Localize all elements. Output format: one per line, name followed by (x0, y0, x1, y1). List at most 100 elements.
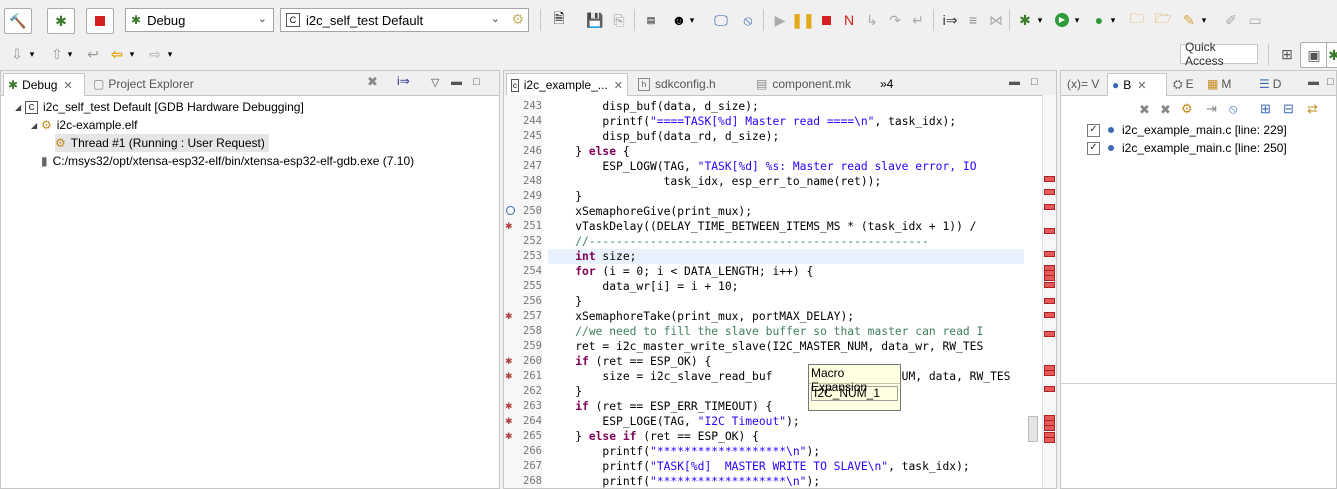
code-line[interactable]: printf("*******************\n"); (548, 474, 820, 488)
debug-perspective-button[interactable]: ✱ (1326, 42, 1337, 68)
quick-access-field[interactable]: Quick Access (1180, 40, 1258, 68)
skip-breakpoints-button[interactable]: ⦸ (735, 8, 761, 32)
last-edit-button[interactable]: ↩ (80, 42, 106, 66)
breakpoint-item[interactable]: ✓ i2c_example_main.c [line: 229] (1087, 121, 1287, 139)
link-with-debug-icon[interactable]: ⇄ (1307, 101, 1318, 117)
code-line[interactable]: disp_buf(data_rd, d_size); (548, 129, 779, 144)
go-to-file-icon[interactable]: ⇥ (1206, 101, 1217, 117)
next-annotation-menu[interactable]: ▾ (26, 42, 38, 66)
new-button[interactable]: 🗎 (546, 8, 572, 32)
tab-i2c-example[interactable]: c i2c_example_... ✕ (506, 73, 628, 96)
code-line[interactable]: printf("====TASK[%d] Master read ====\n"… (548, 114, 956, 129)
minimize-icon[interactable]: ▬ (451, 76, 462, 88)
code-area[interactable]: disp_buf(data, d_size); printf("====TASK… (504, 95, 1044, 488)
tab-component-mk[interactable]: ▤ component.mk (752, 73, 862, 95)
code-line[interactable]: ret = i2c_master_write_slave(I2C_MASTER_… (548, 339, 983, 354)
view-menu-icon[interactable]: ▽ (431, 76, 439, 89)
annotation-button[interactable]: ▭ (1242, 8, 1268, 32)
overview-marker[interactable] (1044, 275, 1055, 281)
code-line[interactable]: int size; (548, 249, 636, 264)
code-line[interactable]: for (i = 0; i < DATA_LENGTH; i++) { (548, 264, 813, 279)
code-line[interactable]: disp_buf(data, d_size); (548, 99, 758, 114)
save-button[interactable]: 💾 (582, 8, 608, 32)
overview-marker[interactable] (1044, 228, 1055, 234)
breakpoint-item[interactable]: ✓ i2c_example_main.c [line: 250] (1087, 139, 1287, 157)
binary-button[interactable]: ▤ (638, 8, 664, 32)
overview-marker[interactable] (1044, 370, 1055, 376)
debug-menu-button[interactable]: ▾ (1033, 8, 1047, 32)
macro-marker-icon[interactable]: ✱ (505, 401, 515, 411)
monitor-button[interactable]: 🖵 (708, 8, 734, 32)
code-line[interactable]: } (548, 294, 582, 309)
launch-mode-combo[interactable]: ✱ Debug ⌄ (125, 8, 274, 32)
overview-marker[interactable] (1044, 425, 1055, 431)
remove-all-terminated-icon[interactable]: ✖ (367, 74, 378, 90)
skip-breakpoints-icon[interactable]: ⦸ (1229, 101, 1237, 117)
remove-all-breakpoints-icon[interactable]: ✖ (1160, 102, 1171, 118)
maximize-icon[interactable]: □ (1327, 76, 1334, 88)
breakpoint-marker-icon[interactable] (506, 206, 515, 215)
code-line[interactable]: ESP_LOGE(TAG, "I2C Timeout"); (548, 414, 799, 429)
overview-marker[interactable] (1044, 189, 1055, 195)
code-line[interactable]: } (548, 189, 582, 204)
macro-marker-icon[interactable]: ✱ (505, 431, 515, 441)
external-tools-menu-button[interactable]: ▾ (1106, 8, 1120, 32)
debug-button[interactable]: ✱ (47, 8, 75, 34)
tree-item-process[interactable]: ◢ ⚙ i2c-example.elf (31, 116, 137, 134)
overview-marker[interactable] (1044, 437, 1055, 443)
tab-sdkconfig[interactable]: h sdkconfig.h (634, 73, 744, 95)
code-line[interactable]: } (548, 384, 582, 399)
back-menu[interactable]: ▾ (126, 42, 138, 66)
code-line[interactable]: printf("*******************\n"); (548, 444, 820, 459)
run-menu-button[interactable]: ▾ (1070, 8, 1084, 32)
tree-item-launch[interactable]: ◢ C i2c_self_test Default [GDB Hardware … (15, 98, 304, 116)
code-line[interactable]: xSemaphoreTake(print_mux, portMAX_DELAY)… (548, 309, 854, 324)
forward-menu[interactable]: ▾ (164, 42, 176, 66)
tree-item-thread[interactable]: ⚙ Thread #1 (Running : User Request) (55, 134, 269, 152)
overview-marker[interactable] (1044, 204, 1055, 210)
tab-variables[interactable]: (x)= V (1063, 73, 1107, 95)
breakpoint-checkbox[interactable]: ✓ (1087, 123, 1100, 137)
minimize-icon[interactable]: ▬ (1308, 76, 1319, 88)
expand-arrow-icon[interactable]: ◢ (31, 121, 41, 130)
code-line[interactable]: } else if (ret == ESP_OK) { (548, 429, 759, 444)
code-line[interactable]: vTaskDelay((DELAY_TIME_BETWEEN_ITEMS_MS … (548, 219, 976, 234)
breakpoint-checkbox[interactable]: ✓ (1087, 141, 1100, 155)
user-menu-button[interactable]: ▾ (685, 8, 699, 32)
launch-config-combo[interactable]: C i2c_self_test Default ⌄ ⚙ (280, 8, 529, 32)
cpp-perspective-button[interactable]: ▣ (1300, 42, 1328, 68)
code-line[interactable]: } else { (548, 144, 629, 159)
expand-all-icon[interactable]: ⊞ (1260, 101, 1271, 117)
overview-marker[interactable] (1044, 312, 1055, 318)
overview-marker[interactable] (1044, 298, 1055, 304)
tab-project-explorer[interactable]: ▢ Project Explorer (89, 73, 209, 95)
minimize-icon[interactable]: ▬ (1009, 76, 1020, 88)
overview-marker[interactable] (1044, 251, 1055, 257)
use-step-filters-button[interactable]: ⋈ (983, 8, 1009, 32)
code-line[interactable]: if (ret == ESP_OK) { (548, 354, 711, 369)
tab-modules[interactable]: ▦ M (1203, 73, 1243, 95)
tree-item-debugger[interactable]: ▮ C:/msys32/opt/xtensa-esp32-elf/bin/xte… (41, 152, 414, 170)
overview-marker[interactable] (1044, 386, 1055, 392)
macro-marker-icon[interactable]: ✱ (505, 311, 515, 321)
open-element-button[interactable]: 🗁 (1150, 8, 1176, 32)
vertical-scrollbar-thumb[interactable] (1028, 416, 1038, 442)
tab-breakpoints[interactable]: ● B ✕ (1107, 73, 1167, 96)
overview-marker[interactable] (1044, 331, 1055, 337)
gear-icon[interactable]: ⚙ (511, 11, 524, 28)
hammer-build-button[interactable]: 🔨 (4, 8, 32, 34)
macro-marker-icon[interactable]: ✱ (505, 416, 515, 426)
code-line[interactable]: if (ret == ESP_ERR_TIMEOUT) { (548, 399, 772, 414)
toggle-mark-button[interactable]: ✐ (1218, 8, 1244, 32)
close-icon[interactable]: ✕ (63, 79, 72, 92)
code-line[interactable]: size = i2c_slave_read_buf _NUM, data, RW… (548, 369, 1010, 384)
tab-debug[interactable]: ✱ Debug ✕ (3, 73, 85, 96)
expand-arrow-icon[interactable]: ◢ (15, 103, 25, 112)
maximize-icon[interactable]: □ (473, 76, 480, 88)
instruction-step-icon[interactable]: i⇒ (397, 74, 410, 88)
tab-disassembly[interactable]: ☰ D (1255, 73, 1291, 95)
overview-marker[interactable] (1044, 282, 1055, 288)
remove-breakpoint-icon[interactable]: ✖ (1139, 102, 1150, 118)
code-line[interactable]: data_wr[i] = i + 10; (548, 279, 738, 294)
collapse-all-icon[interactable]: ⊟ (1283, 101, 1294, 117)
